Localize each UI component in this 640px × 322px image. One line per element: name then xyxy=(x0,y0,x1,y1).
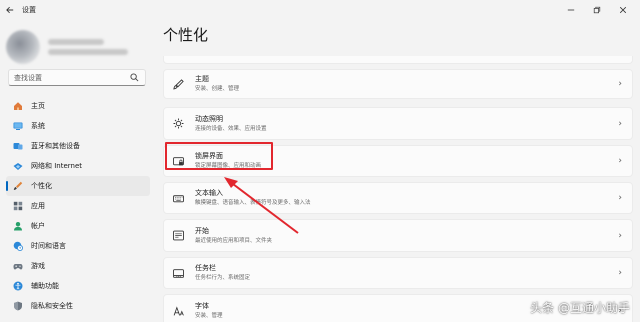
card-title: 任务栏 xyxy=(195,264,216,272)
card-description: 连接的设备、效果、应用设置 xyxy=(195,125,267,132)
sidebar-nav: 主页 系统 蓝牙和其他设备 网络和 Internet 个性化 应用 帐户 时间和… xyxy=(6,96,150,316)
sidebar-item-network[interactable]: 网络和 Internet xyxy=(6,156,150,176)
sidebar-item-label: 游戏 xyxy=(31,262,45,270)
close-icon xyxy=(619,6,627,14)
settings-card-start[interactable]: 开始 最近使用的应用和项目、文件夹 › xyxy=(163,219,633,252)
minimize-icon xyxy=(567,9,575,11)
settings-card-taskbar[interactable]: 任务栏 任务栏行为、系统固定 › xyxy=(163,257,633,289)
back-arrow-icon xyxy=(6,6,14,14)
start-icon xyxy=(173,230,184,241)
sidebar-item-label: 帐户 xyxy=(31,222,45,230)
chevron-right-icon: › xyxy=(618,230,622,241)
taskbar-icon xyxy=(173,268,184,279)
card-title: 动态照明 xyxy=(195,114,223,123)
sidebar-item-label: 网络和 Internet xyxy=(31,162,83,170)
user-icon xyxy=(13,221,23,231)
settings-card-themes[interactable]: 主题 安装、创建、管理 › xyxy=(163,69,633,99)
chevron-right-icon: › xyxy=(618,156,622,166)
sidebar-item-system[interactable]: 系统 xyxy=(6,116,150,136)
card-description: 触摸键盘、语音输入、表情符号及更多、输入法 xyxy=(195,200,311,206)
maximize-button[interactable] xyxy=(584,0,610,20)
chevron-right-icon: › xyxy=(618,79,622,89)
card-title: 字体 xyxy=(195,302,209,310)
sidebar-item-label: 主页 xyxy=(31,102,45,110)
sidebar-item-label: 辅助功能 xyxy=(31,282,59,290)
chevron-right-icon: › xyxy=(618,268,622,278)
settings-card-lock-screen[interactable]: 锁屏界面 锁定屏幕图像、应用和动画 › xyxy=(163,145,633,177)
keyboard-icon xyxy=(173,193,184,204)
card-title: 文本输入 xyxy=(195,189,223,197)
card-description: 任务栏行为、系统固定 xyxy=(195,275,251,281)
settings-card-text-input[interactable]: 文本输入 触摸键盘、语音输入、表情符号及更多、输入法 › xyxy=(163,182,633,214)
app-title: 设置 xyxy=(22,6,36,14)
search-input[interactable] xyxy=(14,73,132,82)
card-description: 安装、创建、管理 xyxy=(195,86,240,92)
watermark: 头条 @互通小助手 xyxy=(530,301,630,315)
font-icon xyxy=(173,305,184,317)
card-title: 开始 xyxy=(195,226,209,235)
sidebar-item-apps[interactable]: 应用 xyxy=(6,196,150,216)
user-profile[interactable] xyxy=(6,30,128,64)
avatar xyxy=(6,30,40,64)
minimize-button[interactable] xyxy=(558,0,584,20)
search-icon[interactable] xyxy=(130,73,139,82)
main-content: 个性化 主题 安装、创建、管理 › 动态照明 连接的设备、效果、应用设置 › 锁… xyxy=(163,20,633,322)
sidebar-item-label: 个性化 xyxy=(31,182,52,190)
globe-clock-icon xyxy=(13,241,23,251)
sidebar-item-label: 蓝牙和其他设备 xyxy=(31,142,80,150)
back-button[interactable] xyxy=(0,0,20,20)
sidebar-item-accessibility[interactable]: 辅助功能 xyxy=(6,276,150,296)
close-button[interactable] xyxy=(610,0,636,20)
sidebar-item-bluetooth[interactable]: 蓝牙和其他设备 xyxy=(6,136,150,156)
brush-icon xyxy=(13,181,23,191)
sidebar-item-privacy[interactable]: 隐私和安全性 xyxy=(6,296,150,316)
sidebar-item-personalization[interactable]: 个性化 xyxy=(6,176,150,196)
title-bar: 设置 xyxy=(0,0,640,20)
chevron-right-icon: › xyxy=(618,118,622,129)
monitor-icon xyxy=(13,121,23,131)
sidebar-item-gaming[interactable]: 游戏 xyxy=(6,256,150,276)
settings-card-cropped[interactable] xyxy=(163,56,633,64)
sidebar-item-label: 隐私和安全性 xyxy=(31,302,73,310)
maximize-icon xyxy=(593,6,601,14)
card-description: 最近使用的应用和项目、文件夹 xyxy=(195,237,273,244)
search-box[interactable] xyxy=(8,69,146,86)
sidebar-item-home[interactable]: 主页 xyxy=(6,96,150,116)
sun-icon xyxy=(173,118,184,129)
sidebar-item-time-language[interactable]: 时间和语言 xyxy=(6,236,150,256)
card-description: 锁定屏幕图像、应用和动画 xyxy=(195,163,262,169)
sidebar-item-accounts[interactable]: 帐户 xyxy=(6,216,150,236)
window-controls xyxy=(558,0,636,20)
apps-icon xyxy=(13,201,23,211)
card-title: 主题 xyxy=(195,75,209,83)
lock-screen-icon xyxy=(173,156,184,167)
home-icon xyxy=(13,101,23,111)
sidebar-item-label: 系统 xyxy=(31,122,45,130)
page-title: 个性化 xyxy=(163,26,209,44)
bluetooth-icon xyxy=(13,141,23,151)
sidebar: 主页 系统 蓝牙和其他设备 网络和 Internet 个性化 xyxy=(0,20,155,322)
gamepad-icon xyxy=(13,261,23,271)
shield-icon xyxy=(13,301,23,311)
brush-icon xyxy=(173,78,184,90)
card-title: 锁屏界面 xyxy=(195,152,223,160)
blurred-user-info xyxy=(48,35,128,59)
accessibility-icon xyxy=(13,281,23,291)
chevron-right-icon: › xyxy=(618,193,622,203)
sidebar-item-label: 时间和语言 xyxy=(31,242,66,250)
network-icon xyxy=(13,161,23,171)
card-description: 安装、管理 xyxy=(195,313,223,319)
sidebar-item-label: 应用 xyxy=(31,202,45,210)
settings-card-dynamic-lighting[interactable]: 动态照明 连接的设备、效果、应用设置 › xyxy=(163,107,633,140)
